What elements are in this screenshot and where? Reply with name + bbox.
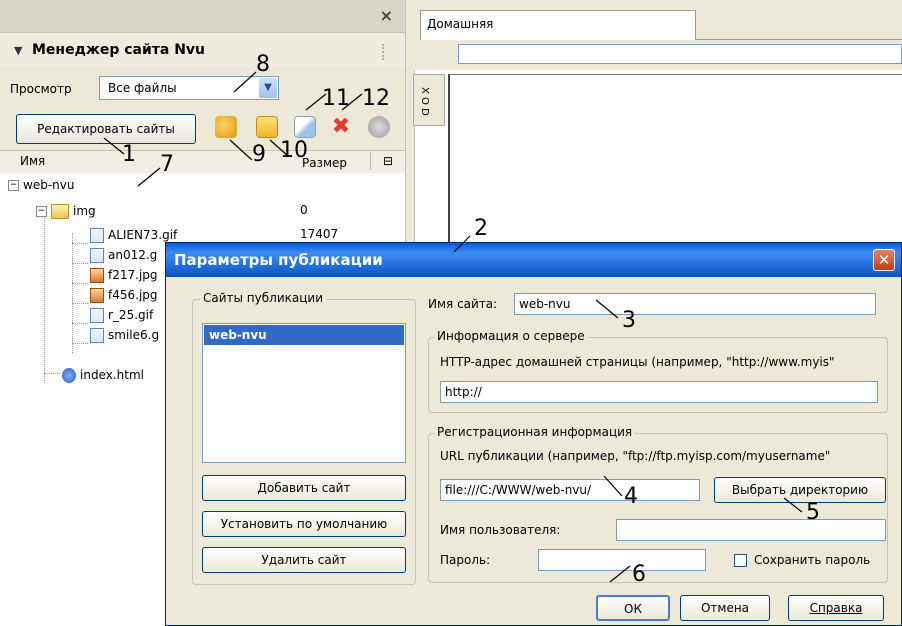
view-label: Просмотр — [10, 82, 72, 96]
new-folder-icon[interactable] — [256, 116, 278, 138]
gif-file-icon — [90, 228, 104, 243]
gif-file-icon — [90, 328, 104, 343]
column-picker-icon[interactable]: ⊟ — [383, 154, 393, 168]
publish-url-input[interactable]: file:///C:/WWW/web-nvu/ — [440, 479, 700, 501]
panel-topbar: × — [0, 0, 405, 33]
collapse-triangle-icon[interactable]: ▼ — [14, 44, 22, 57]
jpg-file-icon — [90, 288, 104, 303]
dialog-title: Параметры публикации — [174, 251, 383, 269]
site-list-item[interactable]: web-nvu — [204, 325, 404, 345]
folder-icon — [51, 204, 69, 219]
registration-group-label: Регистрационная информация — [434, 425, 636, 439]
callout-5: 5 — [806, 500, 820, 525]
tree-item-label: f217.jpg — [108, 268, 158, 282]
site-manager-title: Менеджер сайта Nvu — [32, 42, 206, 58]
tree-item-label: img — [73, 204, 96, 218]
callout-11: 11 — [322, 86, 350, 111]
tree-item-file[interactable]: f456.jpg — [90, 285, 158, 305]
help-button[interactable]: Справка — [788, 595, 884, 621]
callout-8: 8 — [256, 52, 270, 77]
collapse-icon[interactable]: − — [36, 206, 47, 217]
tab-home-label: Домашняя — [427, 17, 494, 31]
username-input[interactable] — [616, 519, 886, 541]
callout-9: 9 — [252, 142, 266, 167]
callout-1: 1 — [122, 142, 136, 167]
callout-4: 4 — [624, 484, 638, 509]
site-name-input[interactable]: web-nvu — [514, 293, 876, 315]
tree-item-label: an012.g — [108, 248, 158, 262]
sites-list[interactable]: web-nvu — [202, 323, 406, 463]
column-size-header[interactable]: Размер — [302, 156, 347, 170]
callout-12: 12 — [362, 86, 390, 111]
collapse-icon[interactable]: − — [8, 180, 19, 191]
delete-site-button[interactable]: Удалить сайт — [202, 547, 406, 573]
password-label: Пароль: — [440, 553, 491, 567]
view-select-value: Все файлы — [108, 81, 177, 95]
gif-file-icon — [90, 308, 104, 323]
save-password-checkbox[interactable] — [734, 554, 747, 567]
chevron-down-icon[interactable]: ▼ — [259, 78, 277, 98]
column-separator — [370, 152, 371, 170]
tree-item-label: web-nvu — [23, 178, 75, 192]
tab-home[interactable]: Домашняя — [420, 10, 696, 40]
tree-item-label: smile6.g — [108, 328, 160, 342]
tree-item-label: r_25.gif — [108, 308, 154, 322]
publish-settings-dialog: Параметры публикации ✕ Сайты публикации … — [165, 242, 902, 626]
tree-item-file[interactable]: f217.jpg — [90, 265, 158, 285]
gif-file-icon — [90, 248, 104, 263]
ok-button[interactable]: ОК — [596, 595, 670, 621]
panel-close-icon[interactable]: × — [380, 6, 393, 25]
tree-item-file[interactable]: index.html — [62, 365, 144, 385]
username-label: Имя пользователя: — [440, 523, 561, 537]
view-select[interactable]: Все файлы ▼ — [99, 76, 279, 100]
tree-item-size: 0 — [300, 203, 308, 217]
html-file-icon — [62, 368, 76, 383]
dialog-title-bar[interactable]: Параметры публикации ✕ — [166, 243, 901, 277]
site-name-label: Имя сайта: — [428, 297, 498, 311]
callout-10: 10 — [280, 138, 308, 163]
http-address-label: HTTP-адрес домашней страницы (например, … — [440, 355, 835, 369]
jpg-file-icon — [90, 268, 104, 283]
set-default-button[interactable]: Установить по умолчанию — [202, 511, 406, 537]
side-tab-label: X O D — [419, 87, 430, 116]
callout-2: 2 — [474, 216, 488, 241]
choose-directory-button[interactable]: Выбрать директорию — [714, 477, 886, 503]
delete-file-icon[interactable]: ✖ — [330, 116, 352, 138]
tree-item-folder[interactable]: − img — [36, 201, 96, 221]
tree-item-file[interactable]: an012.g — [90, 245, 157, 265]
callout-6: 6 — [632, 562, 646, 587]
add-site-button[interactable]: Добавить сайт — [202, 475, 406, 501]
rename-file-icon[interactable] — [294, 116, 316, 138]
http-address-input[interactable]: http:// — [440, 381, 878, 403]
tree-item-size: 17407 — [300, 227, 339, 241]
tree-item-label: f456.jpg — [108, 288, 158, 302]
tree-item-file[interactable]: r_25.gif — [90, 305, 153, 325]
side-tab[interactable]: X O D — [413, 74, 445, 126]
tree-item-site[interactable]: − web-nvu — [8, 175, 74, 195]
publish-url-label: URL публикации (например, "ftp://ftp.myi… — [440, 449, 831, 463]
column-name-header[interactable]: Имя — [20, 154, 45, 168]
edit-sites-button[interactable]: Редактировать сайты — [16, 114, 196, 144]
close-icon[interactable]: ✕ — [873, 249, 895, 271]
editor-address-input[interactable] — [458, 44, 902, 64]
stop-icon[interactable] — [368, 116, 390, 138]
save-password-label: Сохранить пароль — [754, 553, 871, 567]
cancel-button[interactable]: Отмена — [680, 595, 770, 621]
panel-grip-icon[interactable] — [382, 44, 388, 60]
tree-item-file[interactable]: smile6.g — [90, 325, 159, 345]
publish-icon[interactable] — [215, 116, 237, 138]
sites-group-label: Сайты публикации — [200, 291, 326, 305]
server-info-group-label: Информация о сервере — [434, 329, 588, 343]
callout-7: 7 — [160, 152, 174, 177]
password-input[interactable] — [538, 549, 706, 571]
tree-item-label: index.html — [80, 368, 144, 382]
callout-3: 3 — [622, 308, 636, 333]
tree-item-label: ALIEN73.gif — [108, 228, 178, 242]
